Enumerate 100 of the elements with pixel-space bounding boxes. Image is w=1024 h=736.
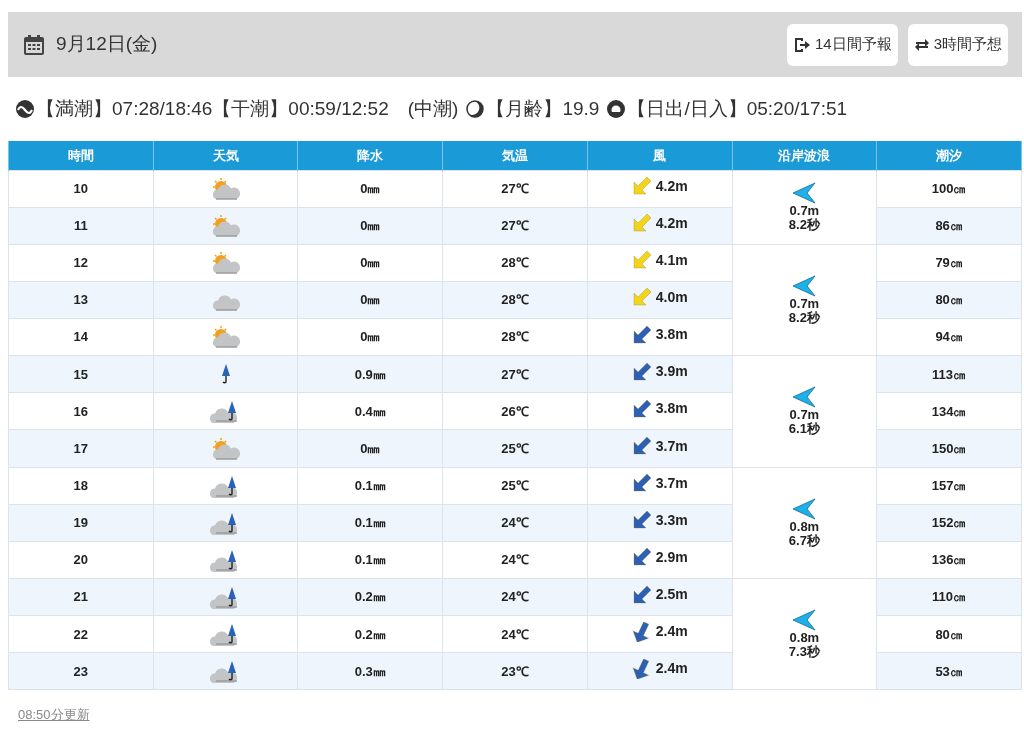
precipitation-cell: 0.1㎜ [297,504,443,542]
hour-cell: 14 [8,318,154,356]
temperature-cell: 26℃ [442,392,588,430]
wind-speed: 2.4m [655,622,688,642]
tide-level-cell: 134㎝ [876,392,1022,430]
tide-level-cell: 53㎝ [876,652,1022,690]
tide-level-cell: 86㎝ [876,207,1022,245]
precipitation-cell: 0㎜ [297,170,443,208]
temperature-cell: 28℃ [442,244,588,282]
wave-height: 0.7m [788,408,821,423]
column-header: 風 [587,141,732,170]
column-header: 降水 [297,141,443,170]
tide-icon [16,100,34,118]
hour-cell: 16 [8,392,154,430]
wave-height: 0.7m [788,204,821,219]
tide-level-cell: 150㎝ [876,430,1022,468]
precipitation-cell: 0.3㎜ [297,652,443,690]
precipitation-cell: 0㎜ [297,207,443,245]
temperature-cell: 23℃ [442,652,588,690]
column-header: 時間 [8,141,154,170]
tide-level-cell: 136㎝ [876,541,1022,579]
wind-speed: 2.5m [655,585,688,605]
tide-level-cell: 79㎝ [876,244,1022,282]
wind-speed: 4.2m [655,176,688,196]
precipitation-cell: 0.2㎜ [297,578,443,616]
forecast-button[interactable]: 3時間予想 [907,23,1008,66]
wind-speed: 4.1m [655,250,688,270]
hour-cell: 23 [8,652,154,690]
hour-cell: 18 [8,467,154,505]
exit-icon [792,35,811,54]
hour-cell: 12 [8,244,154,282]
temperature-cell: 25℃ [442,430,588,468]
precipitation-cell: 0.4㎜ [297,392,443,430]
wind-speed: 3.9m [655,362,688,382]
info-text: 【日出/日入】05:20/17:51 [627,96,848,121]
precipitation-cell: 0㎜ [297,281,443,319]
sunrise-icon [607,100,626,118]
temperature-cell: 25℃ [442,467,588,505]
hour-cell: 19 [8,504,154,542]
wave-height: 0.7m [788,297,821,311]
column-header: 気温 [442,141,588,170]
wind-speed: 2.4m [655,659,688,679]
wave-direction-icon [791,497,818,520]
wave-height: 0.8m [788,631,821,646]
wave-period: 7.3秒 [787,645,821,660]
temperature-cell: 27℃ [442,207,588,245]
wave-direction-icon [791,609,818,632]
moon-icon [466,100,485,118]
wind-speed: 3.7m [655,436,688,456]
temperature-cell: 27℃ [442,170,588,208]
info-text: 【満潮】07:28/18:46【干潮】00:59/12:52 (中潮) [36,96,459,121]
tide-level-cell: 113㎝ [876,355,1022,393]
wind-speed: 4.0m [655,288,688,307]
hour-cell: 11 [8,207,154,245]
temperature-cell: 27℃ [442,355,588,393]
wave-direction-icon [791,182,818,205]
wave-period: 6.1秒 [787,422,821,437]
tide-level-cell: 157㎝ [876,467,1022,505]
precipitation-cell: 0.9㎜ [297,355,443,393]
tide-level-cell: 152㎝ [876,504,1022,542]
hour-cell: 20 [8,541,154,579]
wave-direction-icon [791,275,818,297]
tide-level-cell: 100㎝ [876,170,1022,208]
hour-cell: 22 [8,615,154,653]
temperature-cell: 28℃ [442,281,588,319]
hour-cell: 13 [8,281,154,319]
wave-height: 0.8m [788,519,821,534]
wave-direction-icon [791,386,818,409]
temperature-cell: 24℃ [442,541,588,579]
precipitation-cell: 0.1㎜ [297,467,443,505]
temperature-cell: 24℃ [442,578,588,616]
wave-period: 8.2秒 [787,311,821,325]
column-header: 天気 [153,141,298,170]
wind-speed: 3.8m [655,399,688,419]
wind-speed: 3.7m [655,473,688,493]
wind-speed: 3.8m [655,325,688,345]
precipitation-cell: 0㎜ [297,430,443,468]
tide-level-cell: 80㎝ [876,281,1022,319]
forecast-button[interactable]: 14日間予報 [786,23,898,66]
tide-level-cell: 80㎝ [876,615,1022,653]
precipitation-cell: 0㎜ [297,318,443,356]
info-text: 【月齢】19.9 [486,96,600,121]
update-time-link[interactable]: 08:50分更新 [18,707,90,723]
temperature-cell: 28℃ [442,318,588,356]
wind-speed: 2.9m [655,547,688,567]
hour-cell: 21 [8,578,154,616]
hour-cell: 10 [8,170,154,208]
column-header: 潮汐 [876,141,1022,170]
wind-speed: 3.3m [655,510,688,530]
wind-speed: 4.2m [655,213,688,233]
temperature-cell: 24℃ [442,615,588,653]
precipitation-cell: 0.1㎜ [297,541,443,579]
calendar-icon [22,32,46,57]
precipitation-cell: 0.2㎜ [297,615,443,653]
wave-period: 6.7秒 [787,533,821,548]
precipitation-cell: 0㎜ [297,244,443,282]
date-title: 9月12日(金) [56,32,158,57]
hour-cell: 17 [8,430,154,468]
hour-cell: 15 [8,355,154,393]
tide-level-cell: 94㎝ [876,318,1022,356]
